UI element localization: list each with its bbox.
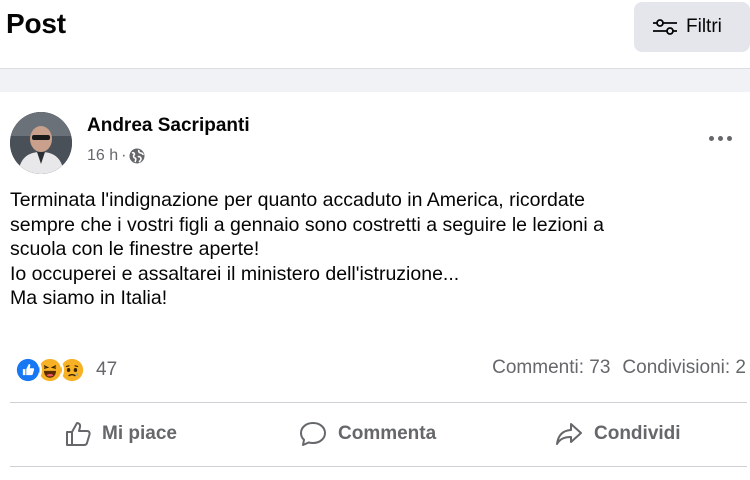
post-stats: Commenti: 73 Condivisioni: 2 bbox=[492, 357, 746, 379]
more-dot-icon bbox=[708, 135, 714, 141]
comments-count-link[interactable]: Commenti: 73 bbox=[492, 357, 610, 379]
page-title: Post bbox=[6, 8, 66, 39]
divider bbox=[10, 466, 747, 467]
post-text: Terminata l'indignazione per quanto acca… bbox=[10, 188, 745, 311]
share-button[interactable]: Condividi bbox=[554, 418, 681, 450]
filter-button[interactable]: Filtri bbox=[634, 2, 750, 52]
comment-icon bbox=[300, 422, 326, 446]
shares-count-link[interactable]: Condivisioni: 2 bbox=[622, 357, 746, 379]
page-header: Post Filtri bbox=[0, 0, 750, 68]
divider bbox=[10, 402, 747, 403]
share-label: Condividi bbox=[594, 423, 681, 444]
post-text-line: Terminata l'indignazione per quanto acca… bbox=[10, 189, 585, 211]
comment-button[interactable]: Commenta bbox=[298, 418, 436, 450]
post-time[interactable]: 16 h bbox=[87, 147, 118, 165]
post-text-line: Ma siamo in Italia! bbox=[10, 287, 168, 309]
reaction-count: 47 bbox=[96, 359, 118, 380]
post-meta: 16 h · bbox=[87, 147, 145, 165]
thumbs-up-icon bbox=[66, 422, 91, 446]
post-text-line: sempre che i vostri figli a gennaio sono… bbox=[10, 213, 604, 236]
post-card: Andrea Sacripanti 16 h · Terminata l'ind… bbox=[0, 92, 750, 480]
like-reaction-icon bbox=[14, 356, 42, 384]
author-name[interactable]: Andrea Sacripanti bbox=[87, 115, 250, 137]
globe-icon bbox=[129, 148, 145, 164]
like-button[interactable]: Mi piace bbox=[64, 418, 177, 450]
comment-label: Commenta bbox=[338, 423, 437, 444]
meta-separator: · bbox=[121, 147, 127, 164]
section-separator bbox=[0, 68, 750, 92]
post-text-line: Io occuperei e assaltarei il ministero d… bbox=[10, 262, 460, 285]
more-options-button[interactable] bbox=[700, 128, 740, 148]
reactions-summary[interactable]: 47 bbox=[14, 356, 117, 384]
more-dot-icon bbox=[726, 135, 732, 141]
post-text-line: scuola con le finestre aperte! bbox=[10, 238, 260, 260]
sliders-icon bbox=[653, 19, 677, 35]
avatar[interactable] bbox=[10, 112, 72, 174]
filter-label: Filtri bbox=[686, 16, 722, 37]
share-icon bbox=[556, 423, 582, 445]
like-label: Mi piace bbox=[102, 423, 177, 444]
more-dot-icon bbox=[717, 135, 723, 141]
